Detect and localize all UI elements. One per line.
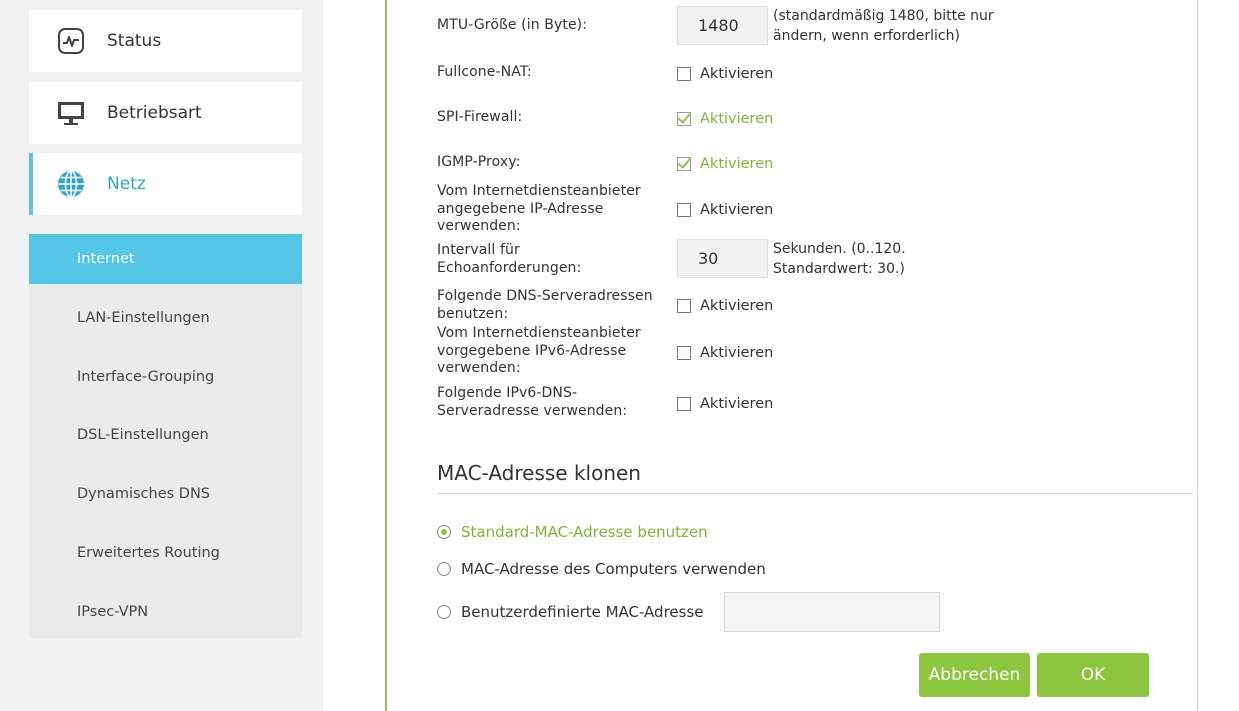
status-monitor-icon bbox=[56, 26, 86, 56]
isp-ipv6-checkbox-row[interactable]: Aktivieren bbox=[677, 344, 773, 362]
menu-netz[interactable]: Netz bbox=[29, 153, 302, 215]
submenu-dynamisches-dns[interactable]: Dynamisches DNS bbox=[29, 469, 302, 519]
spi-checkbox-row[interactable]: Aktivieren bbox=[677, 110, 773, 128]
dns-option: Aktivieren bbox=[700, 298, 774, 314]
mac-computer-label: MAC-Adresse des Computers verwenden bbox=[461, 560, 766, 578]
dns-checkbox[interactable] bbox=[677, 299, 691, 313]
menu-status[interactable]: Status bbox=[29, 10, 302, 72]
mtu-hint-line1: (standardmäßig 1480, bitte nur bbox=[773, 8, 994, 24]
menu-betriebsart[interactable]: Betriebsart bbox=[29, 82, 302, 144]
echo-hint-line2: Standardwert: 30.) bbox=[773, 261, 905, 277]
igmp-checkbox[interactable] bbox=[677, 157, 691, 171]
sidebar: Status Betriebsart Netz Internet LAN-Ein… bbox=[0, 0, 323, 711]
spi-checkbox[interactable] bbox=[677, 112, 691, 126]
mac-computer-radio[interactable] bbox=[437, 562, 451, 576]
isp-ip-option: Aktivieren bbox=[700, 202, 774, 218]
ok-button[interactable]: OK bbox=[1037, 653, 1149, 697]
isp-ip-checkbox[interactable] bbox=[677, 203, 691, 217]
dns-label-line2: benutzen: bbox=[437, 305, 509, 322]
isp-ipv6-label: Vom Internetdiensteanbieter vorgegebene … bbox=[437, 325, 641, 378]
ipv6-dns-checkbox[interactable] bbox=[677, 397, 691, 411]
igmp-checkbox-row[interactable]: Aktivieren bbox=[677, 155, 773, 173]
mac-custom-input[interactable] bbox=[724, 592, 940, 632]
echo-label: Intervall für Echoanforderungen: bbox=[437, 242, 581, 277]
isp-ip-label-line2: angegebene IP-Adresse bbox=[437, 200, 604, 217]
isp-ip-label-line1: Vom Internetdiensteanbieter bbox=[437, 183, 641, 199]
igmp-label: IGMP-Proxy: bbox=[437, 154, 521, 170]
mac-custom-label: Benutzerdefinierte MAC-Adresse bbox=[461, 603, 704, 621]
ipv6-dns-label-line2: Serveradresse verwenden: bbox=[437, 402, 628, 419]
isp-ipv6-label-line2: vorgegebene IPv6-Adresse bbox=[437, 342, 627, 359]
isp-ip-checkbox-row[interactable]: Aktivieren bbox=[677, 201, 773, 219]
echo-label-line1: Intervall für bbox=[437, 242, 520, 258]
spi-label: SPI-Firewall: bbox=[437, 109, 523, 125]
mtu-hint: (standardmäßig 1480, bitte nur ändern, w… bbox=[773, 6, 994, 46]
isp-ipv6-checkbox[interactable] bbox=[677, 346, 691, 360]
dns-label-line1: Folgende DNS-Serveradressen bbox=[437, 288, 653, 304]
ipv6-dns-label-line1: Folgende IPv6-DNS- bbox=[437, 385, 578, 401]
submenu-interface-grouping[interactable]: Interface-Grouping bbox=[29, 352, 302, 402]
mac-clone-title: MAC-Adresse klonen bbox=[437, 461, 641, 485]
dns-checkbox-row[interactable]: Aktivieren bbox=[677, 297, 773, 315]
menu-betriebsart-label: Betriebsart bbox=[107, 103, 202, 123]
mac-option-computer[interactable]: MAC-Adresse des Computers verwenden bbox=[437, 559, 766, 579]
submenu-erweitertes-routing[interactable]: Erweitertes Routing bbox=[29, 528, 302, 578]
mac-option-default[interactable]: Standard-MAC-Adresse benutzen bbox=[437, 522, 708, 542]
fullcone-checkbox[interactable] bbox=[677, 67, 691, 81]
mtu-hint-line2: ändern, wenn erforderlich) bbox=[773, 28, 960, 44]
igmp-option: Aktivieren bbox=[700, 156, 774, 172]
submenu-internet[interactable]: Internet bbox=[29, 234, 302, 284]
mac-option-custom[interactable]: Benutzerdefinierte MAC-Adresse bbox=[437, 602, 704, 622]
fullcone-option: Aktivieren bbox=[700, 66, 774, 82]
mac-divider bbox=[437, 493, 1193, 494]
echo-hint: Sekunden. (0..120. Standardwert: 30.) bbox=[773, 239, 906, 279]
isp-ipv6-option: Aktivieren bbox=[700, 345, 774, 361]
monitor-icon bbox=[56, 98, 86, 128]
mtu-label: MTU-Größe (in Byte): bbox=[437, 17, 588, 33]
submenu: Internet LAN-Einstellungen Interface-Gro… bbox=[29, 234, 302, 638]
echo-label-line2: Echoanforderungen: bbox=[437, 259, 582, 276]
ipv6-dns-checkbox-row[interactable]: Aktivieren bbox=[677, 395, 773, 413]
spi-option: Aktivieren bbox=[700, 111, 774, 127]
fullcone-label: Fullcone-NAT: bbox=[437, 64, 532, 80]
isp-ipv6-label-line3: verwenden: bbox=[437, 360, 521, 376]
ipv6-dns-label: Folgende IPv6-DNS- Serveradresse verwend… bbox=[437, 385, 627, 420]
ipv6-dns-option: Aktivieren bbox=[700, 396, 774, 412]
submenu-lan-einstellungen[interactable]: LAN-Einstellungen bbox=[29, 293, 302, 343]
submenu-ipsec-vpn[interactable]: IPsec-VPN bbox=[29, 587, 302, 637]
menu-status-label: Status bbox=[107, 31, 162, 51]
submenu-dsl-einstellungen[interactable]: DSL-Einstellungen bbox=[29, 410, 302, 460]
isp-ip-label-line3: verwenden: bbox=[437, 218, 521, 234]
mac-default-label: Standard-MAC-Adresse benutzen bbox=[461, 523, 708, 541]
mac-custom-radio[interactable] bbox=[437, 605, 451, 619]
fullcone-checkbox-row[interactable]: Aktivieren bbox=[677, 65, 773, 83]
echo-interval-input[interactable]: 30 bbox=[677, 239, 768, 278]
isp-ip-label: Vom Internetdiensteanbieter angegebene I… bbox=[437, 183, 641, 236]
echo-hint-line1: Sekunden. (0..120. bbox=[773, 241, 906, 257]
dns-label: Folgende DNS-Serveradressen benutzen: bbox=[437, 288, 653, 323]
menu-netz-label: Netz bbox=[107, 174, 146, 194]
mtu-input[interactable]: 1480 bbox=[677, 6, 768, 45]
cancel-button[interactable]: Abbrechen bbox=[919, 653, 1030, 697]
isp-ipv6-label-line1: Vom Internetdiensteanbieter bbox=[437, 325, 641, 341]
mac-default-radio[interactable] bbox=[437, 525, 451, 539]
globe-icon bbox=[56, 169, 86, 199]
